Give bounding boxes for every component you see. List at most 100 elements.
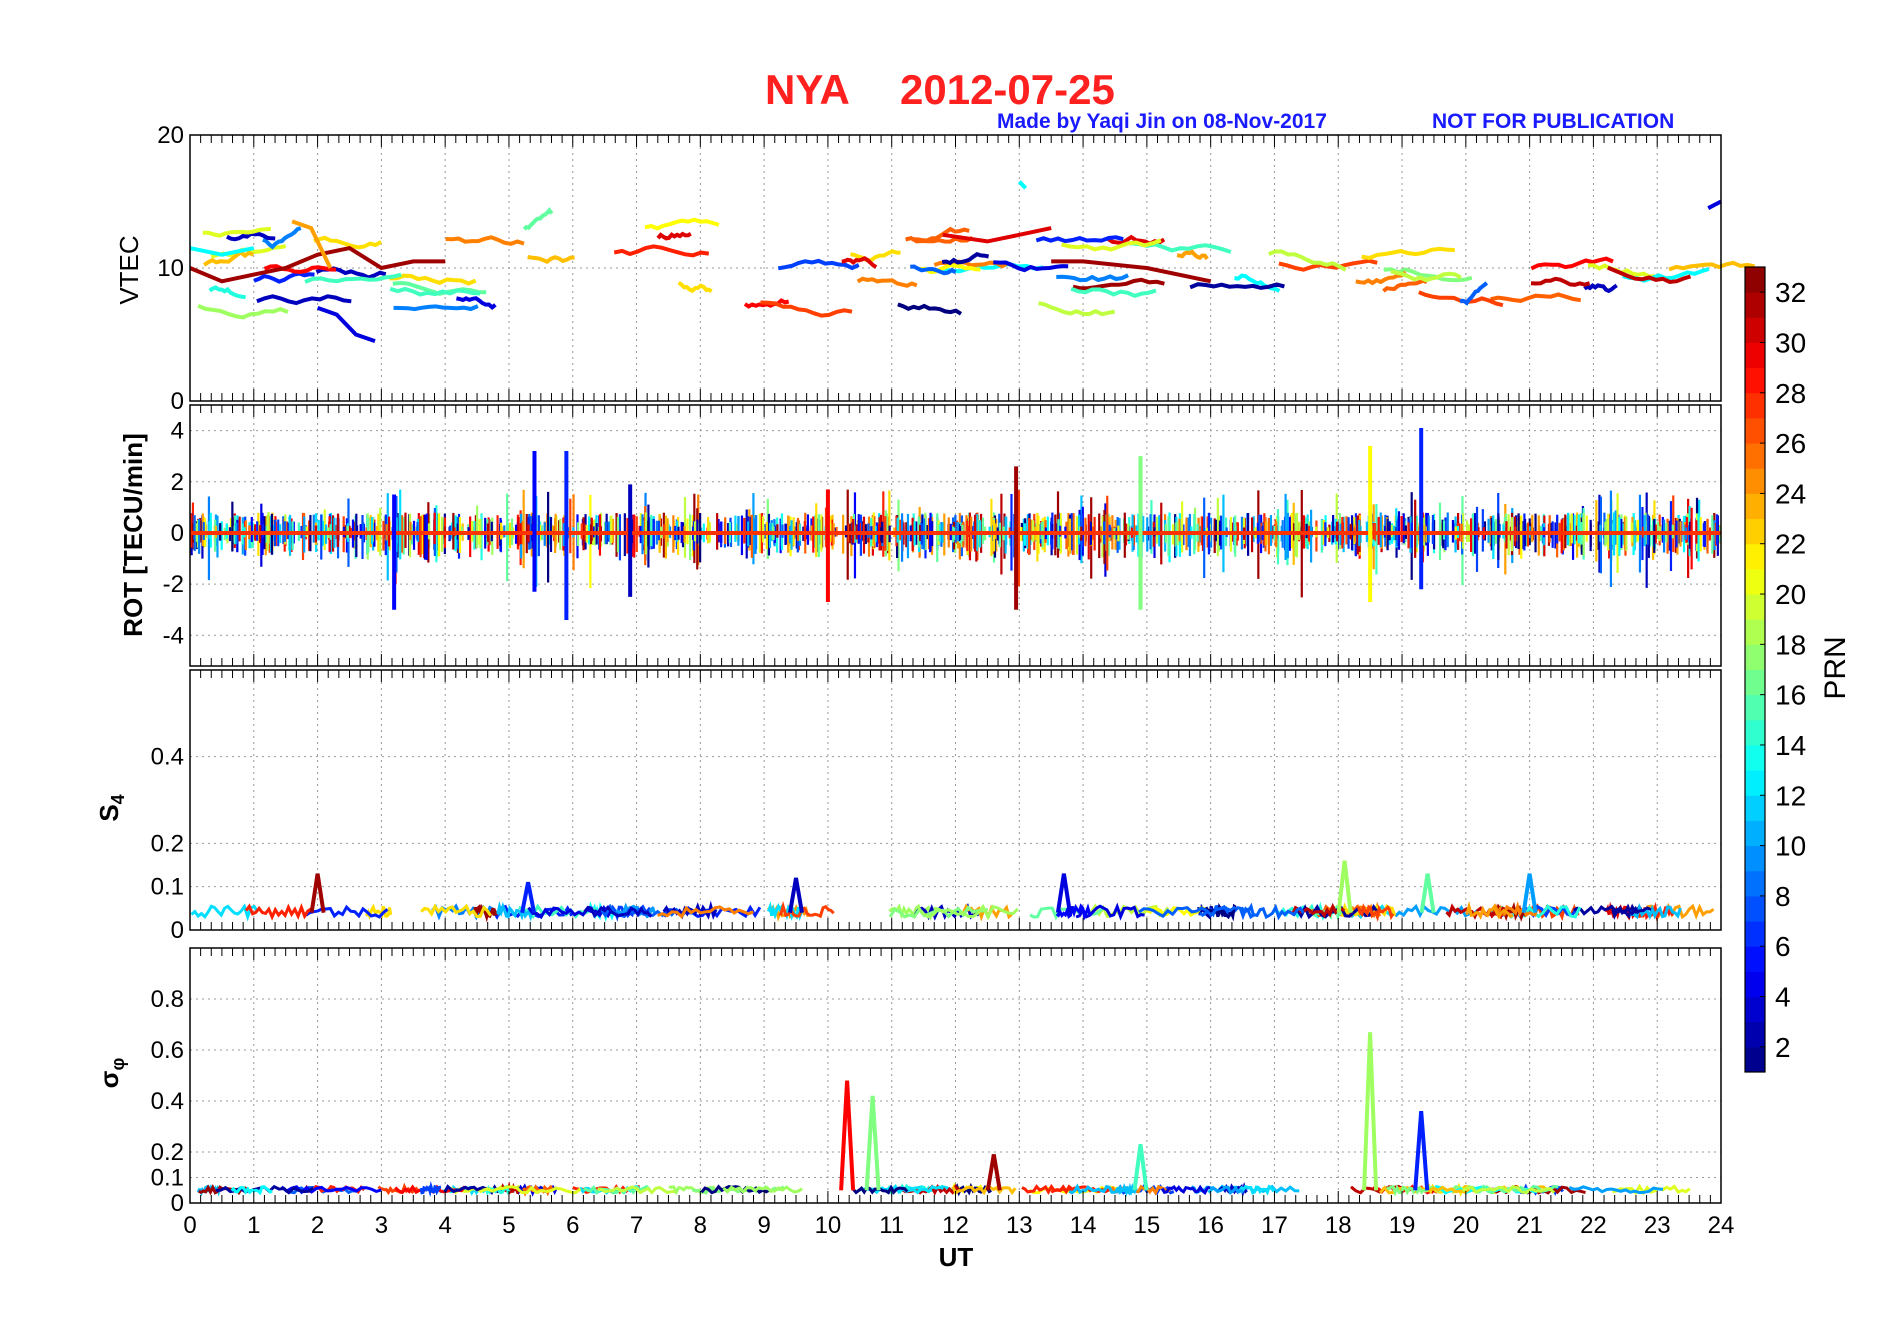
colorbar-tick-label: 14	[1775, 730, 1806, 761]
x-axis-label: UT	[939, 1242, 974, 1272]
x-tick-label: 23	[1644, 1212, 1671, 1239]
colorbar-tick-label: 18	[1775, 629, 1806, 660]
x-tick-label: 1	[247, 1212, 260, 1239]
colorbar-tick-label: 20	[1775, 579, 1806, 610]
y-tick-label: 0.2	[151, 1139, 184, 1166]
chart-title-station: NYA	[765, 66, 850, 113]
colorbar-segment	[1745, 795, 1765, 821]
colorbar-tick-label: 28	[1775, 378, 1806, 409]
panel-S4: 0 0.1 0.2 0.4	[151, 669, 1722, 944]
colorbar-segment	[1745, 895, 1765, 922]
x-tick-label: 24	[1708, 1212, 1735, 1239]
colorbar-segment	[1745, 619, 1765, 645]
colorbar-segment	[1745, 317, 1765, 343]
colorbar-label: PRN	[1819, 636, 1852, 699]
colorbar-segment	[1745, 644, 1765, 670]
x-tick-label: 6	[566, 1212, 579, 1239]
panel-sigma_phi: 00.10.20.40.60.80 1 2 3 4 5 6 7 8 9 10 11 12 13 14 15 16…	[151, 947, 1735, 1239]
colorbar-tick-label: 10	[1775, 831, 1806, 862]
y-tick-label: 4	[171, 418, 184, 445]
y-tick-label: -4	[163, 622, 184, 649]
y-tick-label: 0.8	[151, 986, 184, 1013]
colorbar-segment	[1745, 468, 1765, 494]
x-tick-label: 12	[942, 1212, 969, 1239]
vtec-axis-label: VTEC	[114, 235, 144, 304]
colorbar-segment	[1745, 518, 1765, 545]
colorbar-tick-label: 2	[1775, 1032, 1791, 1063]
y-tick-label: 0	[171, 388, 184, 415]
colorbar-tick-label: 24	[1775, 478, 1806, 509]
colorbar-tick-label: 16	[1775, 680, 1806, 711]
y-tick-label: 0.1	[151, 1165, 184, 1192]
x-tick-label: 3	[375, 1212, 388, 1239]
scint-trace-prn-7	[419, 1181, 442, 1198]
colorbar-segment	[1745, 493, 1765, 520]
colorbar-tick-label: 6	[1775, 931, 1791, 962]
y-tick-label: 0.4	[151, 744, 184, 771]
x-tick-label: 13	[1006, 1212, 1033, 1239]
colorbar-segment	[1745, 971, 1765, 998]
panel-VTEC: 0 10 20	[157, 122, 1755, 415]
colorbar-segment	[1745, 443, 1765, 469]
y-tick-label: 0	[171, 917, 184, 944]
plot-area	[190, 670, 1721, 930]
panels: 01020-4-202400.10.20.400.10.20.40.60.80 1…	[151, 122, 1755, 1239]
s4-axis-label: S4	[94, 794, 128, 821]
colorbar-segment	[1745, 342, 1765, 369]
x-tick-label: 19	[1389, 1212, 1416, 1239]
colorbar-segment	[1745, 694, 1765, 721]
x-tick-label: 22	[1580, 1212, 1607, 1239]
colorbar-tick-label: 22	[1775, 529, 1806, 560]
sigma-phi-axis-label: σφ	[94, 1058, 128, 1089]
colorbar-segment	[1745, 845, 1765, 872]
x-tick-label: 16	[1197, 1212, 1224, 1239]
y-tick-label: 0	[171, 520, 184, 547]
x-tick-label: 11	[879, 1212, 904, 1239]
y-tick-label: 0.1	[151, 874, 184, 901]
x-tick-label: 20	[1452, 1212, 1479, 1239]
colorbar-tick-label: 8	[1775, 881, 1791, 912]
x-tick-label: 0	[183, 1212, 196, 1239]
x-tick-label: 4	[438, 1212, 451, 1239]
colorbar-segment	[1745, 921, 1765, 947]
x-tick-label: 15	[1134, 1212, 1161, 1239]
colorbar-tick-label: 26	[1775, 428, 1806, 459]
rot-axis-label: ROT [TECU/min]	[118, 433, 148, 637]
x-tick-label: 7	[630, 1212, 643, 1239]
y-tick-label: 0	[171, 1190, 184, 1217]
colorbar-segment	[1745, 870, 1765, 897]
colorbar-tick-label: 32	[1775, 277, 1806, 308]
y-tick-label: 0.2	[151, 830, 184, 857]
y-tick-label: 2	[171, 469, 184, 496]
x-tick-label: 21	[1516, 1212, 1543, 1239]
colorbar-segment	[1745, 1021, 1765, 1048]
colorbar-segment	[1745, 267, 1765, 293]
figure: NYA 2012-07-25 Made by Yaqi Jin on 08-No…	[94, 66, 1852, 1272]
x-tick-label: 10	[815, 1212, 842, 1239]
y-tick-label: 10	[157, 255, 184, 282]
colorbar: 2468101214161820222426283032	[1744, 266, 1806, 1073]
colorbar-segment	[1745, 770, 1765, 796]
x-tick-label: 5	[502, 1212, 515, 1239]
colorbar-segment	[1745, 543, 1765, 570]
colorbar-segment	[1745, 1046, 1765, 1073]
colorbar-tick-label: 30	[1775, 327, 1806, 358]
colorbar-segment	[1745, 367, 1765, 394]
x-tick-label: 17	[1261, 1212, 1288, 1239]
y-tick-label: 0.6	[151, 1037, 184, 1064]
x-tick-label: 9	[757, 1212, 770, 1239]
colorbar-segment	[1745, 292, 1765, 318]
colorbar-segment	[1745, 594, 1765, 620]
colorbar-tick-label: 4	[1775, 982, 1791, 1013]
credit-author: Made by Yaqi Jin on 08-Nov-2017	[997, 110, 1327, 133]
y-tick-label: 0.4	[151, 1088, 184, 1115]
x-tick-label: 18	[1325, 1212, 1352, 1239]
chart-title-date: 2012-07-25	[900, 66, 1115, 113]
colorbar-segment	[1745, 946, 1765, 972]
y-tick-label: 20	[157, 122, 184, 149]
colorbar-tick-label: 12	[1775, 780, 1806, 811]
y-tick-label: -2	[163, 571, 184, 598]
panel-ROT: -4 -2 0 2 4	[163, 404, 1722, 667]
credit-notice: NOT FOR PUBLICATION	[1432, 110, 1674, 133]
colorbar-segment	[1745, 417, 1765, 444]
